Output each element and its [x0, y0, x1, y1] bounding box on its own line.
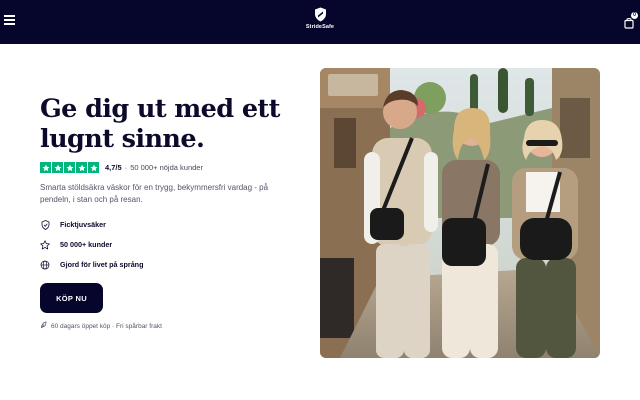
hero-lifestyle-photo	[320, 68, 600, 358]
hero-subtitle: Smarta stöldsäkra väskor för en trygg, b…	[40, 183, 269, 204]
rating-stars	[40, 162, 99, 173]
shipping-note: 60 dagars öppet köp · Fri spårbar frakt	[40, 321, 162, 331]
feature-item-pickpocket: Ficktjuvsäker	[40, 219, 240, 230]
rating-value: 4,7/5	[105, 163, 122, 172]
cart-count-badge: 0	[631, 12, 638, 19]
top-navigation-bar: StrideSafe 0	[0, 0, 640, 44]
shipping-note-text: 60 dagars öppet köp · Fri spårbar frakt	[51, 322, 162, 330]
rating-star-icon	[40, 162, 51, 173]
leaf-icon	[40, 321, 47, 331]
brand-name: StrideSafe	[305, 24, 335, 30]
cart-button[interactable]: 0	[623, 12, 638, 29]
shield-logo-icon	[314, 7, 326, 22]
feature-list: Ficktjuvsäker 50 000+ kunder Gjord för l…	[40, 219, 240, 279]
hamburger-menu-icon[interactable]	[4, 14, 16, 26]
feature-item-customers: 50 000+ kunder	[40, 239, 240, 250]
feature-label: 50 000+ kunder	[60, 240, 113, 249]
buy-now-button[interactable]: KÖP NU	[40, 283, 103, 313]
rating-summary: 4,7/5 · 50 000+ nöjda kunder	[40, 162, 203, 173]
star-outline-icon	[40, 239, 50, 250]
rating-star-icon	[64, 162, 75, 173]
feature-item-travel: Gjord för livet på språng	[40, 259, 240, 270]
rating-star-icon	[88, 162, 99, 173]
rating-star-icon	[76, 162, 87, 173]
feature-label: Ficktjuvsäker	[60, 220, 106, 229]
brand-logo[interactable]: StrideSafe	[300, 7, 340, 37]
customer-count: 50 000+ nöjda kunder	[130, 163, 203, 172]
rating-star-icon	[52, 162, 63, 173]
globe-icon	[40, 260, 50, 270]
rating-separator: ·	[124, 163, 128, 172]
hero-title: Ge dig ut med ett lugnt sinne.	[40, 94, 280, 154]
shield-check-icon	[40, 219, 50, 230]
feature-label: Gjord för livet på språng	[60, 260, 144, 269]
hero-photo-illustration	[320, 68, 600, 358]
